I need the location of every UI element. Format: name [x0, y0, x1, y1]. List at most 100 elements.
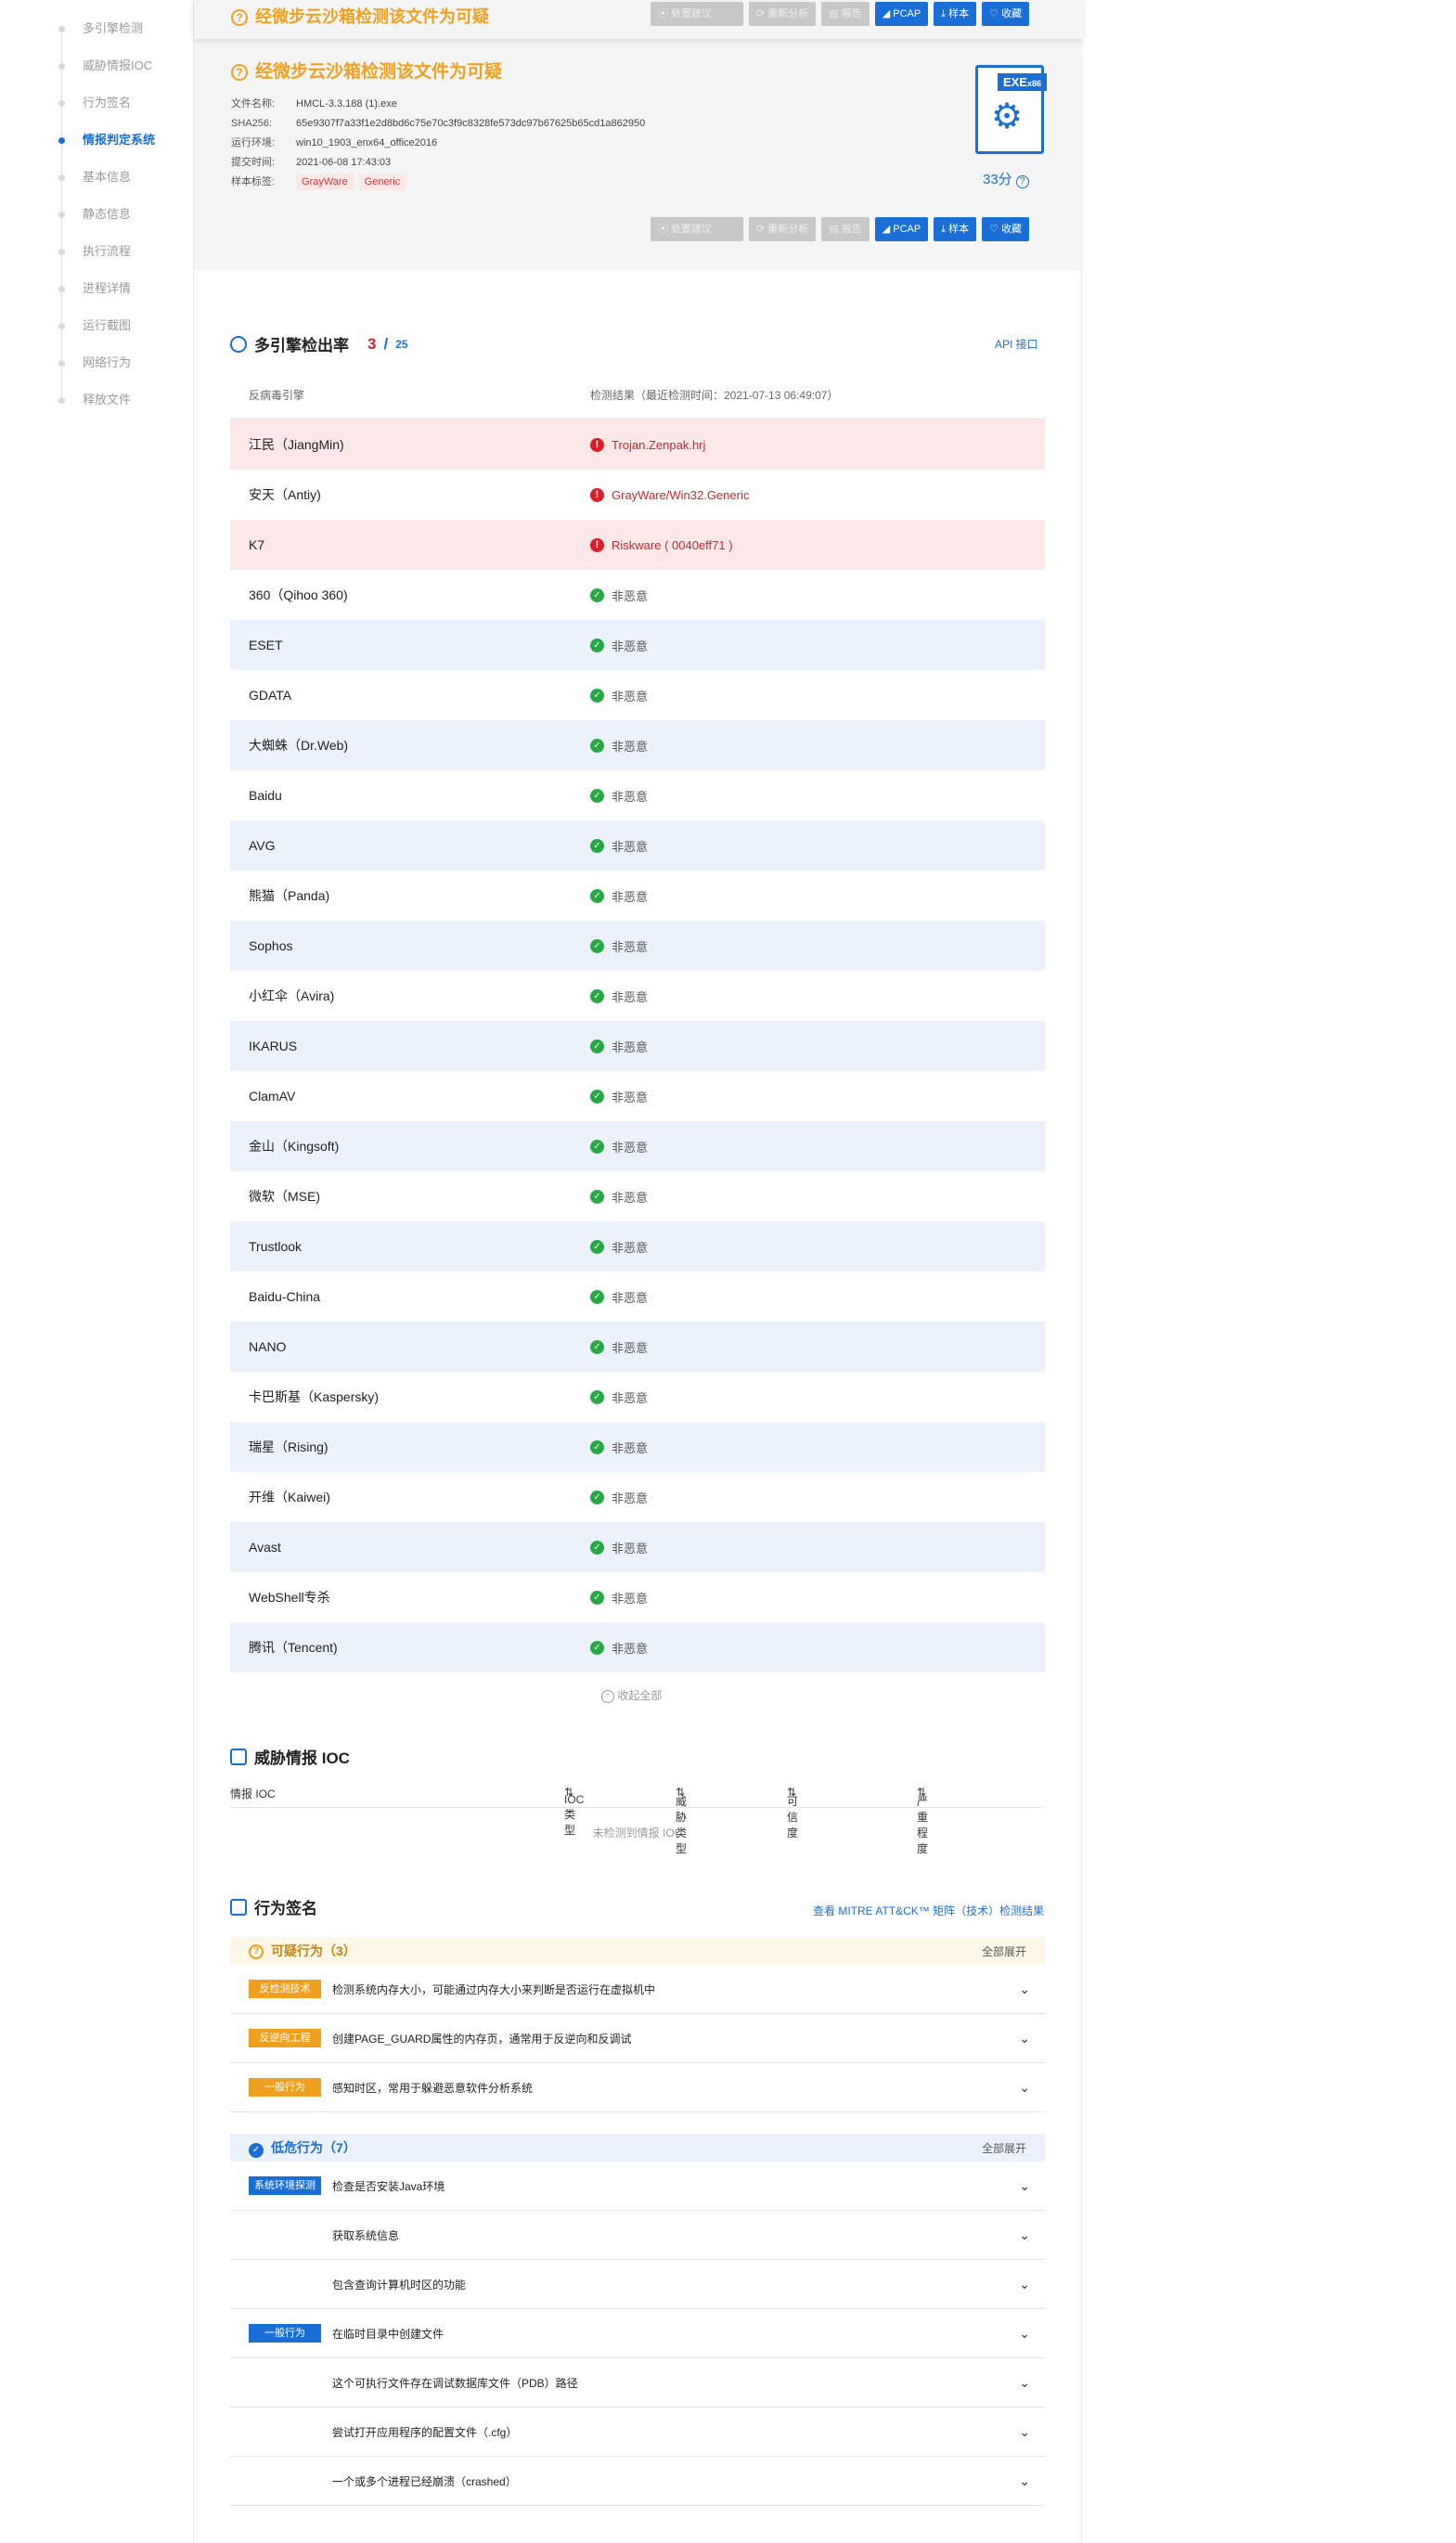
sidebar-item[interactable]: 情报判定系统 — [51, 132, 190, 169]
engine-row: 小红伞（Avira) ✓ 非恶意 — [230, 971, 1045, 1021]
engine-name: 腾讯（Tencent) — [249, 1640, 338, 1655]
engine-row: 微软（MSE) ✓ 非恶意 — [230, 1171, 1045, 1221]
result-text: 非恶意 — [612, 1641, 649, 1656]
engine-name: 瑞星（Rising) — [249, 1439, 329, 1454]
sidebar-item[interactable]: 多引擎检测 — [51, 20, 190, 58]
expand-all-button[interactable]: 全部展开 — [982, 1943, 1026, 1959]
behavior-row[interactable]: 一般行为 在临时目录中创建文件 ⌄ — [230, 2309, 1045, 2358]
suggest-button[interactable]: ⦿ 处置建议 — [651, 217, 743, 241]
favorite-button[interactable]: ♡ 收藏 — [982, 2, 1030, 26]
engine-result: ✓ 非恶意 — [590, 1388, 648, 1406]
sample-tag[interactable]: GrayWare — [296, 174, 354, 190]
engine-result: ✓ 非恶意 — [590, 937, 648, 955]
engine-row: ClamAV ✓ 非恶意 — [230, 1071, 1045, 1121]
low-risk-group-header[interactable]: ✓ 低危行为（7） 全部展开 — [230, 2134, 1045, 2162]
reanalyze-button[interactable]: ⟳ 重新分析 — [749, 2, 817, 26]
engine-name: 江民（JiangMin) — [249, 437, 344, 452]
low-risk-group: ✓ 低危行为（7） 全部展开 系统环境探测 检查是否安装Java环境 ⌄ 获取系统信息 ⌄… — [230, 2134, 1045, 2506]
chevron-down-icon[interactable]: ⌄ — [1019, 1981, 1030, 1997]
chevron-down-icon[interactable]: ⌄ — [1019, 2326, 1030, 2342]
result-text: 非恶意 — [612, 1039, 649, 1054]
result-text: 非恶意 — [612, 1290, 649, 1305]
engine-row: 360（Qihoo 360) ✓ 非恶意 — [230, 570, 1045, 620]
check-icon: ✓ — [590, 638, 604, 652]
chevron-down-icon[interactable]: ⌄ — [1019, 2277, 1030, 2292]
report-button[interactable]: ▤ 报告 — [821, 2, 870, 26]
behavior-row[interactable]: 获取系统信息 ⌄ — [230, 2211, 1045, 2260]
engine-row: Trustlook ✓ 非恶意 — [230, 1221, 1045, 1272]
engine-name: NANO — [249, 1339, 287, 1354]
engine-result: ✓ 非恶意 — [590, 1138, 648, 1155]
sidebar-item[interactable]: 基本信息 — [51, 169, 190, 206]
chevron-down-icon[interactable]: ⌄ — [1019, 2375, 1030, 2391]
chevron-down-icon[interactable]: ⌄ — [1019, 2080, 1030, 2096]
api-link[interactable]: API 接口 — [995, 336, 1038, 352]
threat-type-col[interactable]: 威胁类型 ⇅ — [676, 1786, 687, 1855]
behavior-row[interactable]: 尝试打开应用程序的配置文件（.cfg） ⌄ — [230, 2407, 1045, 2457]
threat-score[interactable]: 33分 ? — [983, 169, 1029, 188]
chevron-down-icon[interactable]: ⌄ — [1019, 2424, 1030, 2440]
sample-tag[interactable]: Generic — [358, 174, 406, 190]
sidebar-item-label: 执行流程 — [83, 244, 132, 258]
chevron-down-icon[interactable]: ⌄ — [1019, 2473, 1030, 2489]
engine-result: ✓ 非恶意 — [590, 1238, 648, 1256]
result-text: 非恶意 — [612, 789, 649, 804]
check-icon: ✓ — [590, 1490, 604, 1504]
engine-name: 大蜘蛛（Dr.Web) — [249, 738, 349, 753]
engine-result: ✓ 非恶意 — [590, 1088, 648, 1105]
sidebar-item-label: 网络行为 — [83, 355, 132, 369]
report-button[interactable]: ▤ 报告 — [821, 217, 870, 241]
severity-col[interactable]: 严重程度 ⇅ — [917, 1786, 928, 1855]
pcap-button[interactable]: ◢ PCAP — [874, 217, 929, 241]
result-text[interactable]: Riskware ( 0040eff71 ) — [612, 538, 733, 552]
behavior-row[interactable]: 包含查询计算机时区的功能 ⌄ — [230, 2260, 1045, 2309]
sidebar-item[interactable]: 静态信息 — [51, 206, 190, 243]
confidence-col[interactable]: 可信度 ⇅ — [787, 1786, 798, 1839]
reanalyze-button[interactable]: ⟳ 重新分析 — [749, 217, 817, 241]
sample-button[interactable]: ⤓ 样本 — [934, 217, 977, 241]
behavior-row[interactable]: 反逆向工程 创建PAGE_GUARD属性的内存页，通常用于反逆向和反调试 ⌄ — [230, 2014, 1045, 2063]
favorite-button[interactable]: ♡ 收藏 — [982, 217, 1030, 241]
help-icon[interactable]: ? — [1015, 175, 1029, 188]
sidebar-item[interactable]: 威胁情报IOC — [51, 58, 190, 95]
engine-name: Trustlook — [249, 1239, 303, 1254]
sidebar-item[interactable]: 网络行为 — [51, 355, 190, 392]
behavior-row[interactable]: 这个可执行文件存在调试数据库文件（PDB）路径 ⌄ — [230, 2358, 1045, 2407]
pcap-button[interactable]: ◢ PCAP — [874, 2, 929, 26]
result-text: 非恶意 — [612, 1190, 649, 1205]
engine-row: 金山（Kingsoft) ✓ 非恶意 — [230, 1121, 1045, 1171]
sidebar-item[interactable]: 行为签名 — [51, 95, 190, 132]
engine-name: Baidu-China — [249, 1289, 321, 1304]
result-text[interactable]: GrayWare/Win32.Generic — [612, 488, 749, 502]
behavior-row[interactable]: 一般行为 感知时区，常用于躲避恶意软件分析系统 ⌄ — [230, 2063, 1045, 2112]
mitre-link[interactable]: 查看 MITRE ATT&CK™ 矩阵（技术）检测结果 — [813, 1903, 1044, 1918]
expand-all-button[interactable]: 全部展开 — [982, 2140, 1026, 2156]
suspicious-group-header[interactable]: ? 可疑行为（3） 全部展开 — [230, 1937, 1045, 1965]
chevron-down-icon[interactable]: ⌄ — [1019, 2031, 1030, 2046]
result-text[interactable]: Trojan.Zenpak.hrj — [612, 438, 705, 452]
meta-key: 文件名称: — [231, 98, 276, 110]
behavior-row[interactable]: 反检测技术 检测系统内存大小，可能通过内存大小来判断是否运行在虚拟机中 ⌄ — [230, 1965, 1045, 2014]
sample-button[interactable]: ⤓ 样本 — [934, 2, 977, 26]
chevron-down-icon[interactable]: ⌄ — [1019, 2227, 1030, 2243]
sidebar-item[interactable]: 释放文件 — [51, 392, 190, 429]
engine-row: IKARUS ✓ 非恶意 — [230, 1021, 1045, 1071]
sidebar-item[interactable]: 执行流程 — [51, 243, 190, 280]
suggest-button[interactable]: ⦿ 处置建议 — [651, 2, 743, 26]
file-arch: x86 — [1026, 79, 1041, 88]
collapse-all-button[interactable]: ⌃ 收起全部 — [601, 1687, 662, 1703]
chevron-down-icon[interactable]: ⌄ — [1019, 2178, 1030, 2194]
check-icon: ✓ — [590, 1540, 604, 1555]
ioc-type-col[interactable]: IOC 类型 ⇅ — [564, 1786, 584, 1837]
meta-key: SHA256: — [231, 118, 273, 129]
behavior-row[interactable]: 一个或多个进程已经崩溃（crashed） ⌄ — [230, 2457, 1045, 2506]
behavior-row[interactable]: 系统环境探测 检查是否安装Java环境 ⌄ — [230, 2162, 1045, 2211]
edit-icon — [230, 1898, 247, 1916]
engine-row: 卡巴斯基（Kaspersky) ✓ 非恶意 — [230, 1372, 1045, 1422]
sidebar-item[interactable]: 进程详情 — [51, 280, 190, 317]
engine-row: 腾讯（Tencent) ✓ 非恶意 — [230, 1622, 1045, 1672]
engine-name: 微软（MSE) — [249, 1189, 320, 1204]
check-icon: ✓ — [590, 688, 604, 703]
nav-dot — [58, 174, 65, 181]
sidebar-item[interactable]: 运行截图 — [51, 317, 190, 355]
